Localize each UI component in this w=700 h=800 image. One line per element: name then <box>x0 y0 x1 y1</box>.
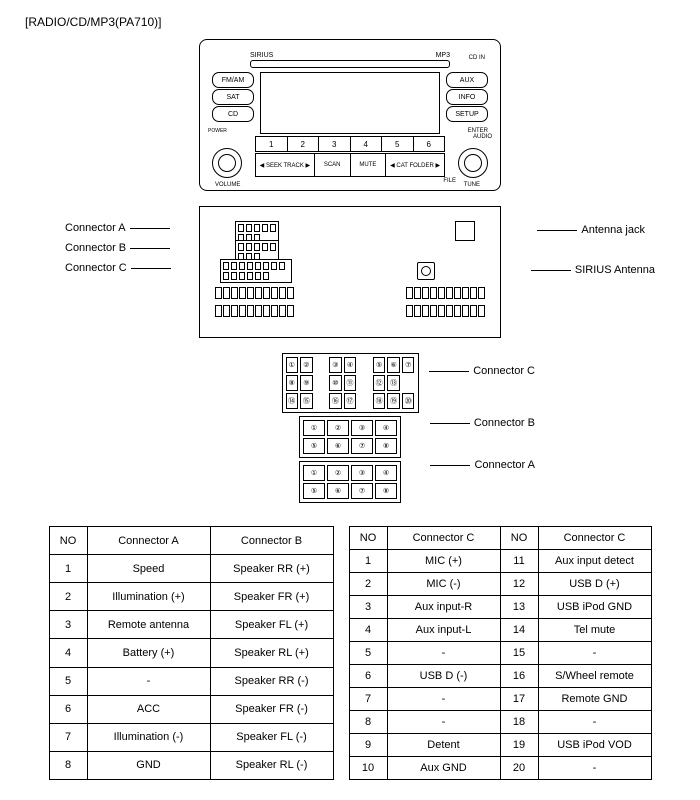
cat-folder-button: ◀ CAT FOLDER ▶ <box>386 153 445 177</box>
pinout-connector-c: ①② ③④ ⑤⑥⑦ ⑧⑨ ⑩⑪ ⑫⑬ ⑭⑮ ⑯⑰ ⑱⑲⑳ <box>282 353 419 413</box>
mp3-badge: MP3 <box>436 52 450 59</box>
pinout-table-ab: NOConnector AConnector B 1SpeedSpeaker R… <box>49 526 334 780</box>
cd-slot <box>250 60 450 68</box>
table-row: 8-18- <box>349 711 651 734</box>
fm-am-button: FM/AM <box>212 72 254 88</box>
file-label: FILE <box>443 178 456 184</box>
power-label: POWER <box>208 128 227 134</box>
table-row: 1MIC (+)11Aux input detect <box>349 550 651 573</box>
table-row: 9Detent19USB iPod VOD <box>349 734 651 757</box>
radio-front-diagram: SIRIUS MP3 CD IN FM/AM SAT CD AUX INFO S… <box>199 39 501 191</box>
preset-1: 1 <box>255 136 288 152</box>
table-row: 8GNDSpeaker RL (-) <box>49 751 333 779</box>
table-row: 5-15- <box>349 642 651 665</box>
mute-button: MUTE <box>351 153 387 177</box>
pinout-label-a: Connector A <box>430 459 535 471</box>
sat-button: SAT <box>212 89 254 105</box>
table-row: 7Illumination (-)Speaker FL (-) <box>49 723 333 751</box>
setup-button: SETUP <box>446 106 488 122</box>
table-row: 6USB D (-)16S/Wheel remote <box>349 665 651 688</box>
preset-buttons: 1 2 3 4 5 6 <box>255 136 445 152</box>
callout-connector-c: Connector C <box>65 262 171 274</box>
table-row: 2Illumination (+)Speaker FR (+) <box>49 583 333 611</box>
volume-knob <box>212 148 242 178</box>
sirius-antenna-jack <box>417 262 435 280</box>
aux-button: AUX <box>446 72 488 88</box>
preset-6: 6 <box>414 136 446 152</box>
preset-4: 4 <box>351 136 383 152</box>
pinout-label-c: Connector C <box>429 365 535 377</box>
callout-connector-b: Connector B <box>65 242 170 254</box>
radio-rear-diagram <box>199 206 501 338</box>
tune-label: TUNE <box>464 182 480 188</box>
table-row: 3Aux input-R13USB iPod GND <box>349 596 651 619</box>
sirius-badge: SIRIUS <box>250 52 273 59</box>
table-row: 3Remote antennaSpeaker FL (+) <box>49 611 333 639</box>
pinout-connector-b: ①②③④ ⑤⑥⑦⑧ <box>299 416 401 458</box>
table-row: 4Battery (+)Speaker RL (+) <box>49 639 333 667</box>
rear-connector-c <box>220 259 292 283</box>
pinout-table-c: NOConnector CNOConnector C 1MIC (+)11Aux… <box>349 526 652 780</box>
table-row: 5-Speaker RR (-) <box>49 667 333 695</box>
cd-button: CD <box>212 106 254 122</box>
table-row: 1SpeedSpeaker RR (+) <box>49 555 333 583</box>
seek-track-button: ◀ SEEK TRACK ▶ <box>255 153 315 177</box>
callout-antenna: Antenna jack <box>537 224 645 236</box>
table-row: 7-17Remote GND <box>349 688 651 711</box>
display-screen <box>260 72 440 134</box>
preset-2: 2 <box>288 136 320 152</box>
table-row: 10Aux GND20- <box>349 757 651 780</box>
connector-pinout-diagram: ①② ③④ ⑤⑥⑦ ⑧⑨ ⑩⑪ ⑫⑬ ⑭⑮ ⑯⑰ ⑱⑲⑳ ①②③④ ⑤⑥⑦⑧ ①… <box>220 353 480 506</box>
pinout-connector-a: ①②③④ ⑤⑥⑦⑧ <box>299 461 401 503</box>
callout-connector-a: Connector A <box>65 222 170 234</box>
preset-3: 3 <box>319 136 351 152</box>
cd-in-label: CD IN <box>469 55 485 61</box>
antenna-jack <box>455 221 475 241</box>
preset-5: 5 <box>382 136 414 152</box>
info-button: INFO <box>446 89 488 105</box>
volume-label: VOLUME <box>215 182 240 188</box>
table-row: 2MIC (-)12USB D (+) <box>349 573 651 596</box>
pinout-label-b: Connector B <box>430 417 535 429</box>
callout-sirius: SIRIUS Antenna <box>531 264 655 276</box>
tune-knob <box>458 148 488 178</box>
table-row: 6ACCSpeaker FR (-) <box>49 695 333 723</box>
scan-button: SCAN <box>315 153 351 177</box>
audio-label: AUDIO <box>473 134 492 140</box>
model-title: [RADIO/CD/MP3(PA710)] <box>25 15 675 29</box>
table-row: 4Aux input-L14Tel mute <box>349 619 651 642</box>
